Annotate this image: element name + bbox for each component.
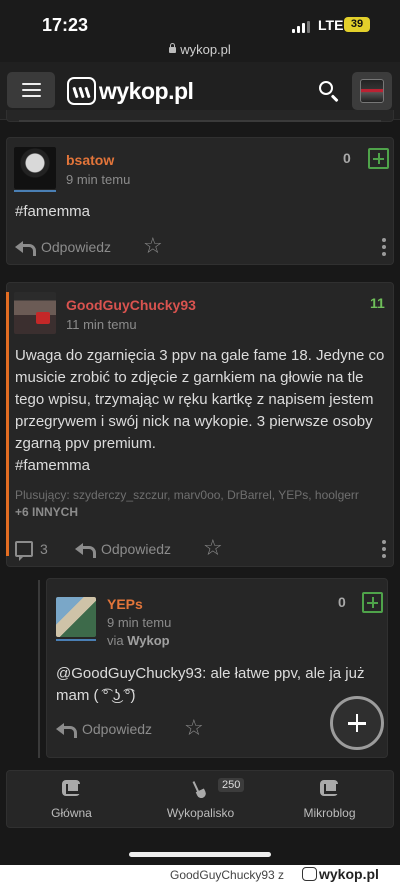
reply-button[interactable]: Odpowiedz — [75, 541, 172, 558]
comments-toggle[interactable]: 3 — [15, 541, 48, 561]
favorite-star-icon[interactable]: ☆ — [184, 717, 204, 739]
site-logo[interactable]: wykop.pl — [67, 76, 194, 106]
comment-icon — [15, 541, 33, 561]
url-text: wykop.pl — [180, 42, 231, 57]
plusers-more-label: +6 INNYCH — [15, 505, 79, 519]
avatar[interactable] — [56, 597, 96, 637]
entry-tag[interactable]: #famemma — [15, 455, 387, 477]
wykop-logo-icon — [302, 867, 317, 881]
reply-icon — [75, 542, 96, 558]
plusers-names: szyderczy_szczur, marv0oo, DrBarrel, YEP… — [73, 488, 359, 502]
vote-count: 0 — [343, 150, 351, 166]
upvote-button[interactable] — [362, 592, 383, 613]
wykop-logo-icon — [67, 77, 96, 105]
entry-card: GoodGuyChucky93 11 min temu 11 Uwaga do … — [6, 282, 394, 567]
reply-icon — [15, 240, 36, 256]
wykop-home-icon — [62, 780, 80, 796]
nav-label: Mikroblog — [303, 806, 356, 820]
mention-link[interactable]: @GoodGuyChucky93 — [56, 665, 202, 682]
avatar — [360, 79, 384, 103]
author-highlight-bar — [6, 292, 9, 556]
nav-item-wykopalisko[interactable]: 250 Wykopalisko — [136, 771, 265, 829]
reply-label: Odpowiedz — [101, 541, 172, 557]
reply-label: Odpowiedz — [82, 721, 153, 737]
entry-body: #famemma — [15, 203, 91, 220]
author-name[interactable]: bsatow — [66, 152, 114, 168]
comment-body: @GoodGuyChucky93: ale łatwe ppv, ale ja … — [56, 663, 376, 707]
author-name[interactable]: GoodGuyChucky93 — [66, 297, 196, 313]
nav-label: Wykopalisko — [166, 806, 235, 820]
vote-count: 0 — [338, 594, 346, 610]
favorite-star-icon[interactable]: ☆ — [203, 537, 223, 559]
avatar[interactable] — [14, 292, 56, 334]
avatar[interactable] — [14, 147, 56, 189]
footer-text: GoodGuyChucky93 z — [170, 868, 285, 882]
mikroblog-icon — [320, 780, 338, 796]
image-footer: GoodGuyChucky93 z wykop.pl — [0, 865, 400, 885]
plusers-prefix: Plusujący: — [15, 488, 70, 502]
plusers-list[interactable]: Plusujący: szyderczy_szczur, marv0oo, Dr… — [15, 486, 387, 504]
reply-button[interactable]: Odpowiedz — [56, 721, 153, 738]
status-time: 17:23 — [42, 15, 89, 35]
via-app[interactable]: Wykop — [127, 633, 169, 648]
more-options-icon[interactable] — [382, 540, 386, 561]
logo-text: wykop.pl — [99, 77, 194, 104]
home-indicator — [129, 852, 271, 857]
add-entry-button[interactable] — [330, 696, 384, 750]
author-name[interactable]: YEPs — [107, 596, 143, 612]
menu-button[interactable] — [7, 72, 55, 108]
comments-count: 3 — [40, 541, 48, 557]
favorite-star-icon[interactable]: ☆ — [143, 235, 163, 257]
post-time[interactable]: 11 min temu — [66, 317, 137, 332]
network-type: LTE — [318, 17, 344, 33]
bottom-navigation: Główna 250 Wykopalisko Mikroblog — [6, 770, 394, 828]
nav-item-glowna[interactable]: Główna — [7, 771, 136, 829]
signal-icon — [292, 21, 312, 33]
thread-line — [38, 580, 40, 758]
upvote-button[interactable] — [368, 148, 389, 169]
avatar-underline — [14, 190, 56, 192]
footer-logo-text: wykop.pl — [319, 866, 379, 882]
entry-card: bsatow 9 min temu 0 #famemma Odpowiedz ☆ — [6, 137, 394, 265]
via-prefix: via — [107, 633, 124, 648]
more-options-icon[interactable] — [382, 238, 386, 259]
shovel-icon — [192, 779, 212, 800]
entry-body: Uwaga do zgarnięcia 3 ppv na gale fame 1… — [15, 345, 387, 477]
user-avatar-button[interactable] — [352, 72, 392, 110]
avatar-underline — [56, 639, 96, 641]
plusers-more[interactable]: +6 INNYCH — [15, 503, 78, 521]
reply-button[interactable]: Odpowiedz — [15, 239, 112, 256]
status-bar: 17:23 LTE 39 wykop.pl — [0, 0, 400, 62]
address-bar[interactable]: wykop.pl — [0, 42, 400, 57]
nav-item-mikroblog[interactable]: Mikroblog — [265, 771, 394, 829]
nav-label: Główna — [51, 806, 92, 820]
comment-time[interactable]: 9 min temu — [107, 615, 171, 630]
battery-icon: 39 — [344, 17, 370, 32]
reply-icon — [56, 722, 77, 738]
post-time[interactable]: 9 min temu — [66, 172, 130, 187]
bottom-safe-area — [0, 828, 400, 865]
vote-count: 11 — [370, 295, 385, 311]
reply-label: Odpowiedz — [41, 239, 112, 255]
entry-text: Uwaga do zgarnięcia 3 ppv na gale fame 1… — [15, 347, 385, 452]
search-icon[interactable] — [318, 80, 340, 102]
nav-badge: 250 — [218, 778, 245, 792]
lock-icon — [169, 43, 177, 53]
footer-logo: wykop.pl — [302, 866, 379, 882]
previous-post-edge — [6, 110, 394, 122]
posted-via: via Wykop — [107, 633, 170, 648]
